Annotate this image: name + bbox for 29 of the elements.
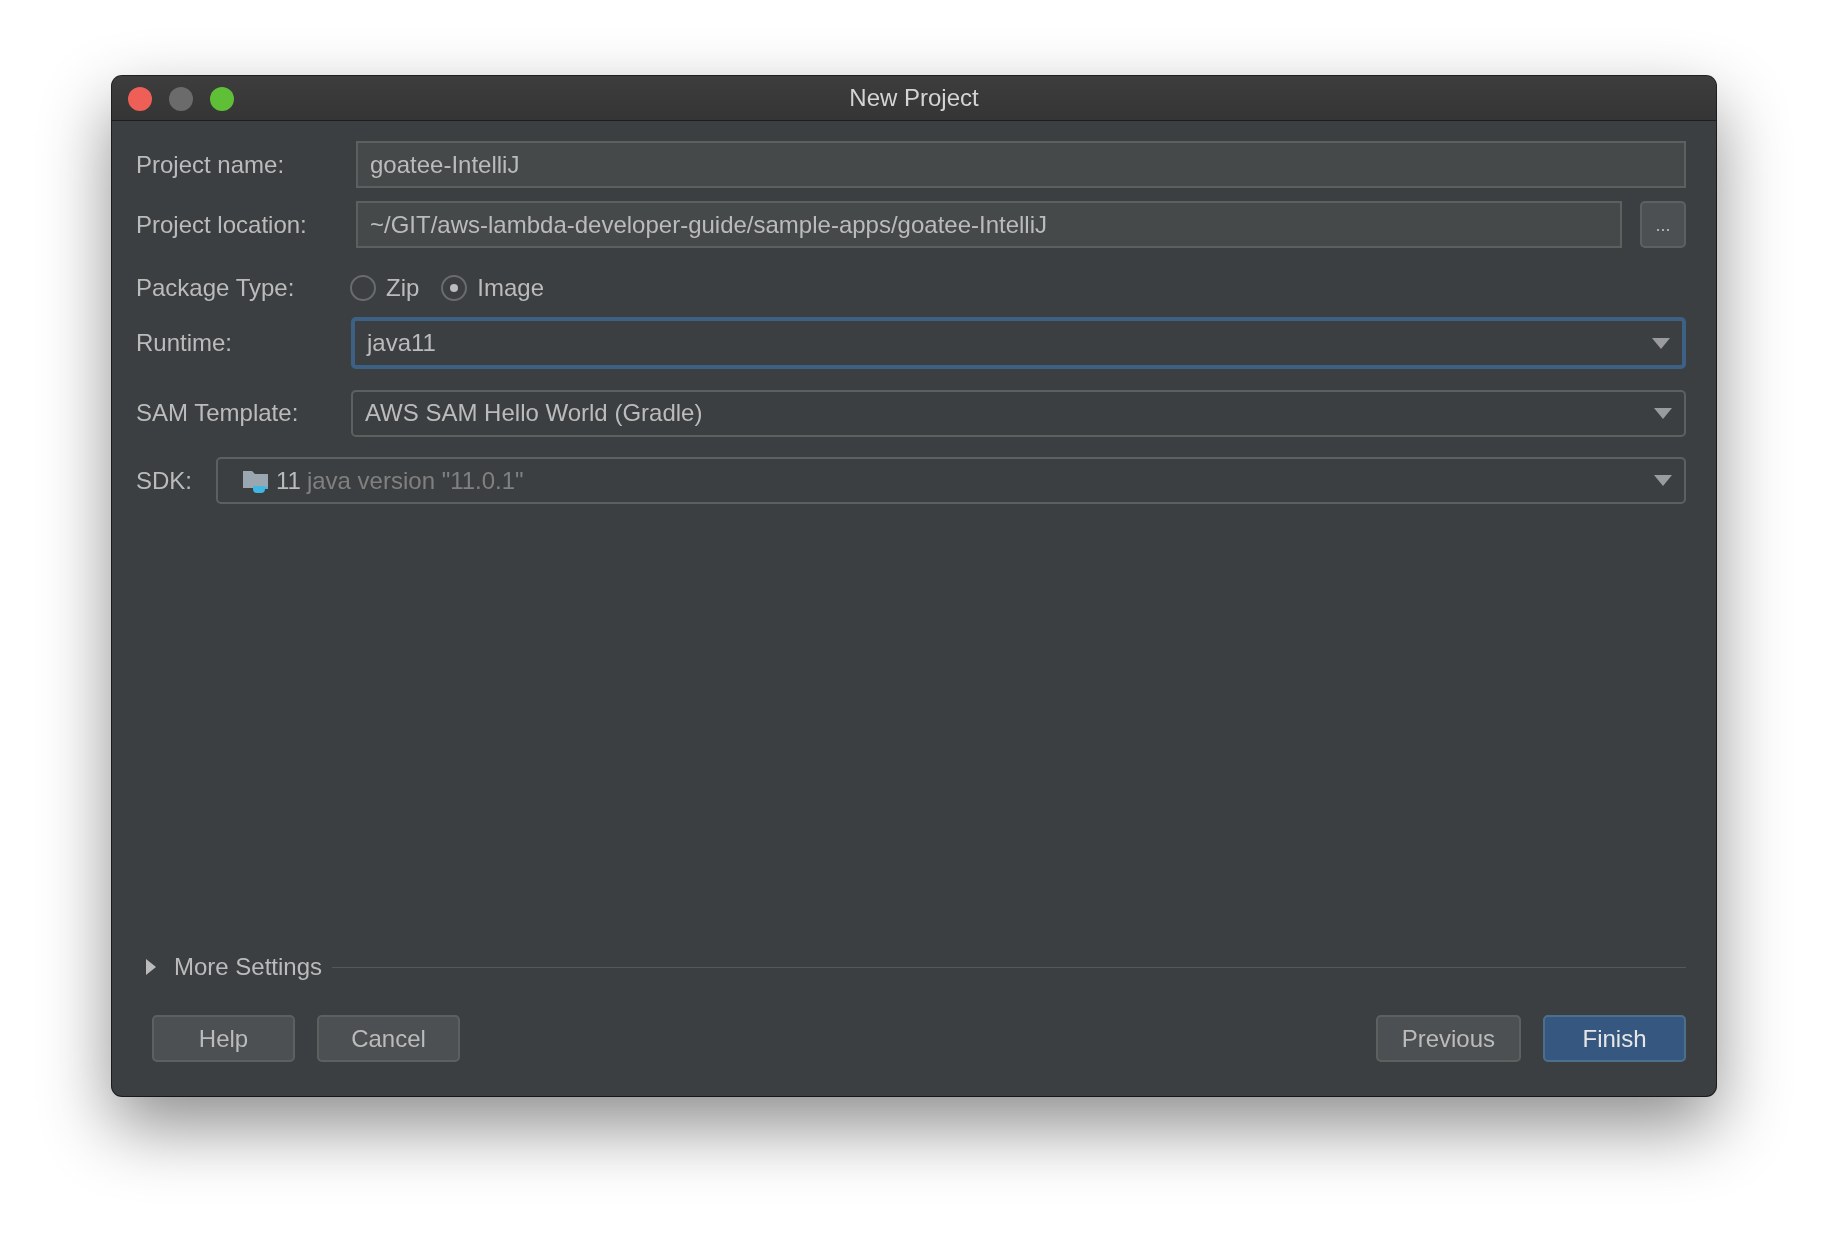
text-field[interactable]: ~/GIT/aws-lambda-developer-guide/sample-apps/goatee-IntelliJ	[356, 201, 1622, 248]
dialog-button[interactable]: Cancel	[317, 1015, 460, 1062]
disclosure-triangle-icon	[146, 959, 156, 975]
more-settings-toggle[interactable]: More Settings	[146, 953, 323, 981]
field-label: Package Type:	[136, 274, 296, 302]
dialog-button[interactable]: Finish	[1543, 1015, 1686, 1062]
field-label: Project location:	[136, 210, 308, 239]
radio-option[interactable]: Zip	[350, 274, 420, 302]
minimize-button[interactable]	[169, 87, 193, 111]
radio-button[interactable]	[441, 275, 468, 301]
zoom-button[interactable]	[210, 87, 234, 111]
dropdown-caret-icon	[1654, 407, 1672, 419]
browse-button[interactable]: ...	[1640, 201, 1686, 248]
field-label: Runtime:	[136, 329, 234, 357]
close-button[interactable]	[128, 87, 152, 111]
dialog-button[interactable]: Previous	[1375, 1015, 1521, 1062]
radio-button[interactable]	[350, 275, 376, 301]
field-label: Project name:	[136, 150, 286, 179]
dropdown[interactable]: AWS SAM Hello World (Gradle)	[351, 389, 1686, 437]
dialog-button[interactable]: Help	[152, 1015, 295, 1062]
dropdown-caret-icon	[1654, 475, 1672, 486]
window-title: New Project	[849, 84, 979, 112]
field-label: SDK:	[136, 466, 193, 495]
dropdown-caret-icon	[1652, 337, 1670, 349]
text-field[interactable]: goatee-IntelliJ	[356, 141, 1686, 188]
radio-option[interactable]: Image	[441, 274, 545, 302]
field-label: SAM Template:	[136, 399, 300, 427]
sdk-dropdown[interactable]: 11 java version "11.0.1"	[216, 457, 1686, 504]
dropdown[interactable]: java11	[351, 317, 1686, 369]
